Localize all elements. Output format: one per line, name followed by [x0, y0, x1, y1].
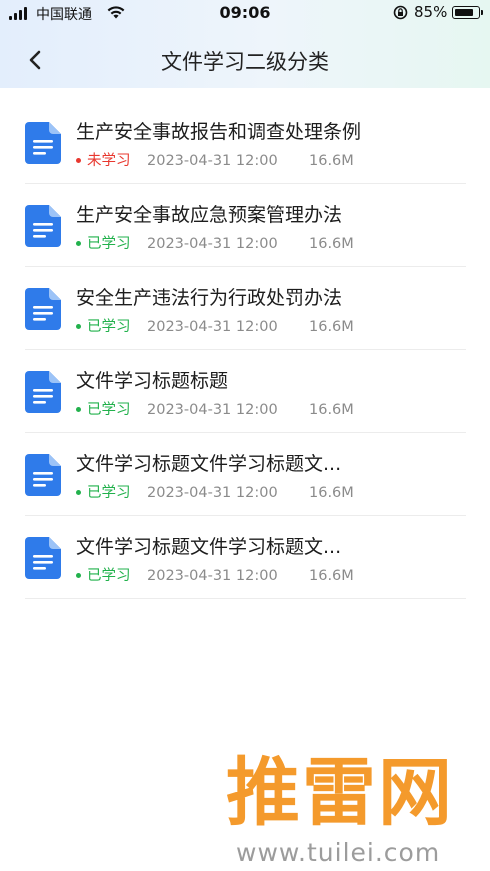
- learning-status: 已学习: [87, 236, 131, 252]
- file-title: 生产安全事故报告和调查处理条例: [76, 121, 362, 143]
- file-list: 生产安全事故报告和调查处理条例 未学习 2023-04-31 12:00 16.6M 生…: [25, 101, 466, 599]
- learning-status: 已学习: [87, 319, 131, 335]
- file-size: 16.6M: [309, 319, 354, 335]
- file-date: 2023-04-31 12:00: [147, 153, 278, 169]
- file-meta: 已学习 2023-04-31 12:00 16.6M: [76, 315, 354, 336]
- document-icon: [25, 371, 61, 413]
- battery-tip: [481, 10, 483, 15]
- document-icon: [25, 122, 61, 164]
- file-list-item[interactable]: 文件学习标题标题已学习 2023-04-31 12:00 16.6M: [25, 350, 466, 433]
- file-meta: 未学习 2023-04-31 12:00 16.6M: [76, 149, 354, 170]
- document-icon: [25, 537, 61, 579]
- learning-status: 已学习: [87, 485, 131, 501]
- status-dot-icon: [76, 489, 81, 495]
- file-date: 2023-04-31 12:00: [147, 236, 278, 252]
- status-dot-icon: [76, 157, 81, 163]
- watermark-logo: 推雷网: [226, 750, 454, 836]
- document-icon: [25, 454, 61, 496]
- file-list-item[interactable]: 生产安全事故报告和调查处理条例未学习 2023-04-31 12:00 16.6M: [25, 101, 466, 184]
- status-dot-icon: [76, 572, 81, 578]
- file-size: 16.6M: [309, 236, 354, 252]
- file-date: 2023-04-31 12:00: [147, 568, 278, 584]
- file-title: 生产安全事故应急预案管理办法: [76, 204, 343, 226]
- file-size: 16.6M: [309, 402, 354, 418]
- file-title: 文件学习标题标题: [76, 370, 229, 392]
- file-size: 16.6M: [309, 153, 354, 169]
- file-size: 16.6M: [309, 568, 354, 584]
- file-meta: 已学习 2023-04-31 12:00 16.6M: [76, 398, 354, 419]
- document-icon: [25, 205, 61, 247]
- file-list-item[interactable]: 生产安全事故应急预案管理办法已学习 2023-04-31 12:00 16.6M: [25, 184, 466, 267]
- battery-percent: 85%: [414, 3, 448, 21]
- file-title: 文件学习标题文件学习标题文...: [76, 453, 342, 475]
- file-list-item[interactable]: 文件学习标题文件学习标题文... 已学习 2023-04-31 12:00 16.6M: [25, 516, 466, 599]
- watermark-url: www.tuilei.com: [236, 838, 441, 867]
- file-date: 2023-04-31 12:00: [147, 319, 278, 335]
- learning-status: 未学习: [87, 153, 131, 169]
- page-title: 文件学习二级分类: [161, 50, 329, 74]
- file-meta: 已学习 2023-04-31 12:00 16.6M: [76, 481, 354, 502]
- file-title: 文件学习标题文件学习标题文...: [76, 536, 342, 558]
- file-list-item[interactable]: 安全生产违法行为行政处罚办法已学习 2023-04-31 12:00 16.6M: [25, 267, 466, 350]
- file-date: 2023-04-31 12:00: [147, 485, 278, 501]
- file-date: 2023-04-31 12:00: [147, 402, 278, 418]
- status-dot-icon: [76, 406, 81, 412]
- rotation-lock-icon: [393, 5, 408, 20]
- status-dot-icon: [76, 240, 81, 246]
- file-meta: 已学习 2023-04-31 12:00 16.6M: [76, 232, 354, 253]
- file-size: 16.6M: [309, 485, 354, 501]
- document-icon: [25, 288, 61, 330]
- status-dot-icon: [76, 323, 81, 329]
- learning-status: 已学习: [87, 568, 131, 584]
- file-title: 安全生产违法行为行政处罚办法: [76, 287, 343, 309]
- file-list-item[interactable]: 文件学习标题文件学习标题文... 已学习 2023-04-31 12:00 16.6M: [25, 433, 466, 516]
- learning-status: 已学习: [87, 402, 131, 418]
- status-bar: 中国联通 09:06 85%: [0, 0, 490, 28]
- file-meta: 已学习 2023-04-31 12:00 16.6M: [76, 564, 354, 585]
- battery-icon: [452, 6, 480, 19]
